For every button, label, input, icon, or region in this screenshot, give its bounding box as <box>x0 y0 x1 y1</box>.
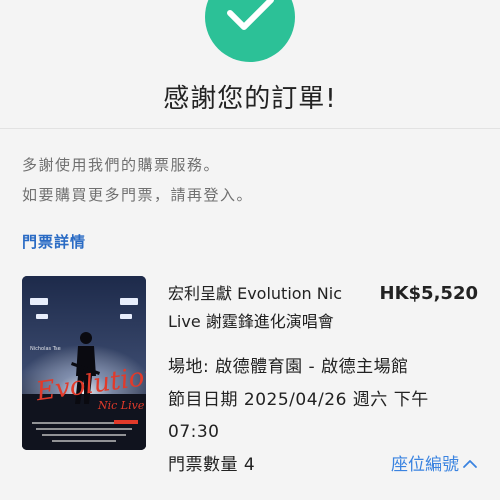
ticket-quantity: 門票數量 4 <box>168 455 256 475</box>
event-name: 宏利呈獻 Evolution Nic Live 謝霆鋒進化演唱會 <box>168 284 342 331</box>
login-prompt-message: 如要購買更多門票，請再登入。 <box>22 186 254 204</box>
thank-you-message: 多謝使用我們的購票服務。 <box>22 156 221 174</box>
order-confirmation-page: 感謝您的訂單! 多謝使用我們的購票服務。 如要購買更多門票，請再登入。 門票詳情 <box>0 0 500 500</box>
event-poster-image[interactable]: Evolution Nic Live Nicholas Tse <box>22 276 146 450</box>
svg-text:Nicholas Tse: Nicholas Tse <box>30 346 61 352</box>
check-icon <box>227 0 274 30</box>
event-date: 節目日期 2025/04/26 週六 下午 07:30 <box>168 390 429 442</box>
chevron-up-icon <box>462 455 478 475</box>
page-title: 感謝您的訂單! <box>163 84 337 114</box>
ticket-details-heading: 門票詳情 <box>22 233 87 251</box>
venue-info: 場地: 啟德體育園 - 啟德主場館 <box>168 357 409 377</box>
svg-text:Nic Live: Nic Live <box>97 399 145 412</box>
seat-number-toggle[interactable]: 座位編號 <box>391 450 478 475</box>
divider <box>0 128 500 129</box>
poster-artwork: Evolution Nic Live Nicholas Tse <box>22 276 146 450</box>
ticket-price: HK$5,520 <box>379 283 478 304</box>
seat-number-label: 座位編號 <box>391 455 459 475</box>
success-badge <box>205 0 295 62</box>
